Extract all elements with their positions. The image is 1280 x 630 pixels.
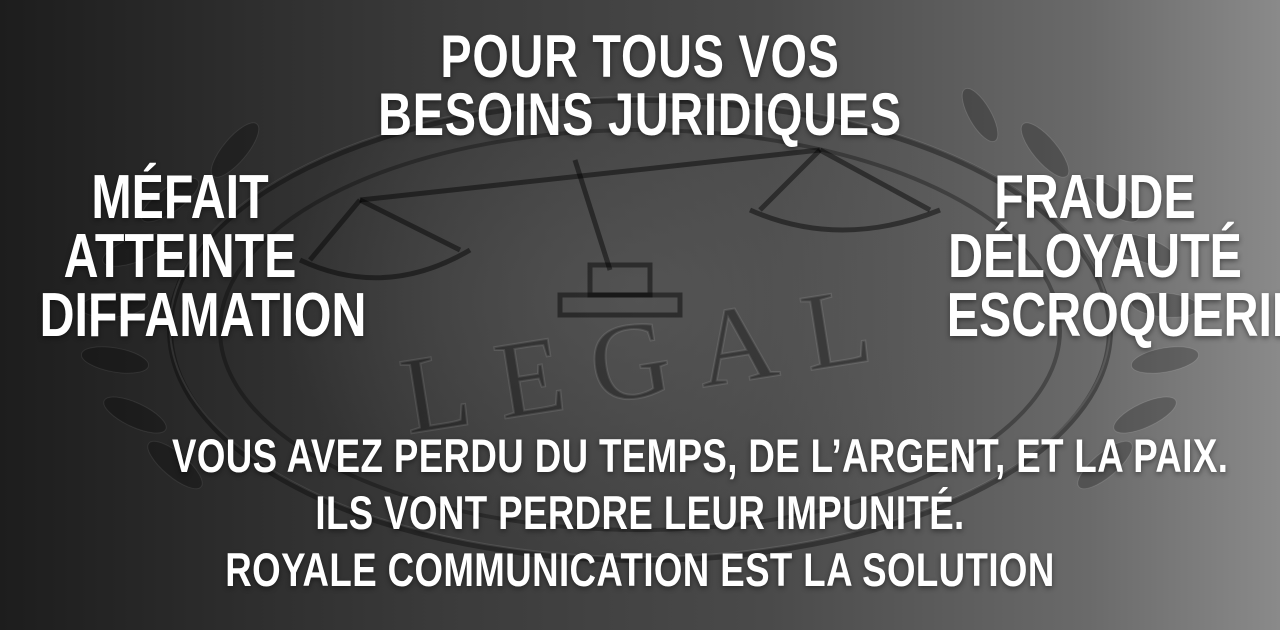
- legal-banner: LEGAL POUR TOUS VOS BESOINS JURIDIQUES M…: [0, 0, 1280, 630]
- right-list-item: ESCROQUERIE: [946, 281, 1280, 350]
- bottom-line-2: ILS VONT PERDRE LEUR IMPUNITÉ.: [315, 486, 965, 539]
- bottom-line-3: ROYALE COMMUNICATION EST LA SOLUTION: [225, 543, 1055, 596]
- right-list-item: FRAUDE: [994, 163, 1196, 232]
- bottom-line-1: VOUS AVEZ PERDU DU TEMPS, DE L’ARGENT, E…: [172, 429, 1229, 482]
- left-list-item: ATTEINTE: [63, 222, 297, 291]
- right-list-item: DÉLOYAUTÉ: [948, 222, 1242, 291]
- left-list-item: DIFFAMATION: [39, 281, 367, 350]
- headline-line-2: BESOINS JURIDIQUES: [378, 81, 902, 148]
- headline-line-1: POUR TOUS VOS: [440, 23, 840, 90]
- left-list-item: MÉFAIT: [91, 163, 269, 232]
